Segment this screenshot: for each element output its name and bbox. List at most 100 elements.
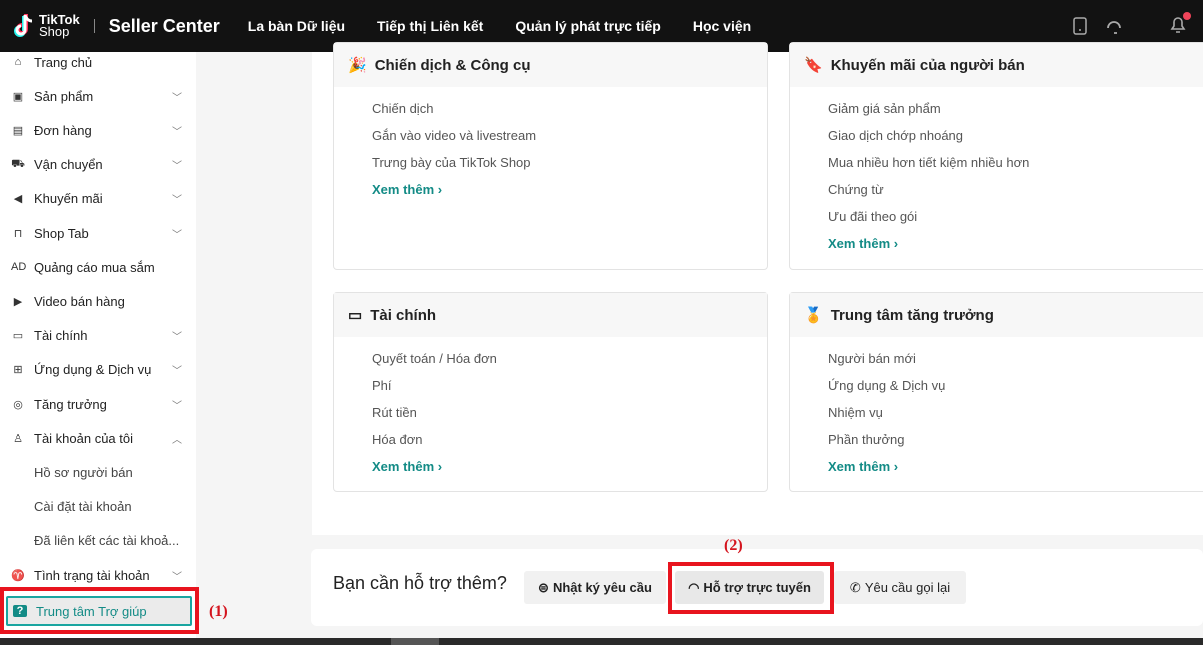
sidebar-item[interactable]: ▣ Sản phẩm ﹀ xyxy=(0,81,196,111)
sidebar-item-label: Trang chủ xyxy=(34,54,93,70)
support-question: Bạn cần hỗ trợ thêm? xyxy=(333,573,507,593)
chevron-down-icon[interactable]: ﹀ xyxy=(172,191,182,206)
highlight-box-2 xyxy=(668,562,834,614)
card-link[interactable]: Chiến dịch xyxy=(372,101,433,116)
card-link[interactable]: Hóa đơn xyxy=(372,432,422,447)
chevron-down-icon[interactable]: ﹀ xyxy=(172,362,182,377)
card-finance: ▭ Tài chính Quyết toán / Hóa đơn Phí Rút tiề… xyxy=(333,292,768,492)
truck-icon: ⛟ xyxy=(11,157,25,170)
coupon-icon: 🔖 xyxy=(804,57,823,74)
sidebar-item-label: Tài chính xyxy=(34,328,88,344)
card-link[interactable]: Phần thưởng xyxy=(828,432,905,447)
nav-data-compass[interactable]: La bàn Dữ liệu xyxy=(248,18,345,34)
clipboard-icon: ▤ xyxy=(12,124,24,137)
annotation-1: (1) xyxy=(209,603,228,620)
card-link[interactable]: Giảm giá sản phẩm xyxy=(828,101,941,116)
sidebar-item-label: Tình trạng tài khoản xyxy=(34,567,150,583)
card-link[interactable]: Gắn vào video và livestream xyxy=(372,128,536,143)
card-link[interactable]: Ưu đãi theo gói xyxy=(828,209,917,224)
card-link[interactable]: Chứng từ xyxy=(828,182,884,197)
nav-academy[interactable]: Học viện xyxy=(693,18,751,34)
sidebar-item[interactable]: ♙ Tài khoản của tôi ︿ xyxy=(0,423,196,453)
card-link[interactable]: Mua nhiều hơn tiết kiệm nhiều hơn xyxy=(828,155,1029,170)
whatsapp-phone-icon: ✆ xyxy=(849,579,861,595)
see-more-link[interactable]: Xem thêm › xyxy=(372,182,442,197)
chevron-down-icon[interactable]: ﹀ xyxy=(172,89,182,104)
card-link[interactable]: Ứng dụng & Dịch vụ xyxy=(828,378,945,393)
chevron-down-icon[interactable]: ﹀ xyxy=(172,226,182,241)
request-log-button[interactable]: ⊜ Nhật ký yêu cầu xyxy=(524,571,666,604)
medal-icon: 🏅 xyxy=(804,307,823,324)
bottom-bar xyxy=(0,638,1203,645)
see-more-link[interactable]: Xem thêm › xyxy=(828,236,898,251)
ad-icon: AD xyxy=(11,261,27,274)
sidebar-item[interactable]: ◀ Khuyến mãi ﹀ xyxy=(0,184,196,214)
chevron-down-icon[interactable]: ﹀ xyxy=(172,123,182,138)
tiktok-shop-logo[interactable]: TikTok Shop xyxy=(12,13,80,39)
home-icon: ⌂ xyxy=(14,56,22,68)
tiktok-icon xyxy=(14,14,33,37)
card-link[interactable]: Trưng bày của TikTok Shop xyxy=(372,155,531,170)
sidebar-item[interactable]: AD Quảng cáo mua sắm xyxy=(0,252,196,282)
card-link[interactable]: Quyết toán / Hóa đơn xyxy=(372,351,497,366)
medal-icon: ◎ xyxy=(13,398,23,411)
sidebar-item[interactable]: Hồ sơ người bán xyxy=(0,457,196,487)
annotation-2: (2) xyxy=(724,537,743,554)
chevron-down-icon[interactable]: ﹀ xyxy=(172,568,182,583)
card-link[interactable]: Phí xyxy=(372,378,392,393)
party-icon: 🎉 xyxy=(348,57,367,74)
see-more-link[interactable]: Xem thêm › xyxy=(828,459,898,474)
chevron-up-icon[interactable]: ︿ xyxy=(172,431,182,446)
sidebar-item[interactable]: ♈ Tình trạng tài khoản ﹀ xyxy=(0,560,196,590)
megaphone-icon: ◀ xyxy=(13,193,23,206)
callback-request-button[interactable]: ✆ Yêu cầu gọi lại xyxy=(834,571,966,604)
product-icon: ▣ xyxy=(12,90,24,103)
user-icon: ♙ xyxy=(13,432,23,445)
headset-icon[interactable] xyxy=(1105,17,1123,35)
sidebar-item-label: Tăng trưởng xyxy=(34,396,107,412)
card-seller-promotions: 🔖 Khuyến mãi của người bán Giảm giá sản ph… xyxy=(789,42,1203,270)
card-title: 🎉 Chiến dịch & Công cụ xyxy=(334,43,767,87)
sidebar-item-label: Quảng cáo mua sắm xyxy=(34,259,155,275)
see-more-link[interactable]: Xem thêm › xyxy=(372,459,442,474)
card-link[interactable]: Nhiệm vụ xyxy=(828,405,883,420)
phone-icon[interactable] xyxy=(1073,17,1087,35)
sidebar-item-label: Sản phẩm xyxy=(34,88,94,104)
card-campaigns: 🎉 Chiến dịch & Công cụ Chiến dịch Gắn vào v… xyxy=(333,42,768,270)
trophy-icon: ♈ xyxy=(11,569,25,582)
sidebar-item[interactable]: ▶ Video bán hàng xyxy=(0,286,196,316)
chevron-down-icon[interactable]: ﹀ xyxy=(172,328,182,343)
sidebar-item[interactable]: ⊞ Ứng dụng & Dịch vụ ﹀ xyxy=(0,355,196,385)
video-icon: ▶ xyxy=(13,295,23,308)
chevron-down-icon[interactable]: ﹀ xyxy=(172,157,182,172)
sidebar-item-label: Shop Tab xyxy=(34,225,89,241)
bag-icon: ⊓ xyxy=(13,227,23,240)
highlight-box-1 xyxy=(0,587,199,634)
sidebar-item-label: Vận chuyển xyxy=(34,157,103,173)
sidebar-item-label: Hồ sơ người bán xyxy=(34,464,133,480)
app-title[interactable]: Seller Center xyxy=(109,16,220,37)
nav-live[interactable]: Quản lý phát trực tiếp xyxy=(515,18,661,34)
sidebar-item-label: Video bán hàng xyxy=(34,293,125,309)
sidebar-item[interactable]: ⛟ Vận chuyển ﹀ xyxy=(0,150,196,180)
card-title: 🏅 Trung tâm tăng trưởng xyxy=(790,293,1203,337)
sidebar-item[interactable]: ▤ Đơn hàng ﹀ xyxy=(0,115,196,145)
sidebar-item[interactable]: ⌂ Trang chủ xyxy=(0,52,196,77)
sidebar-item-label: Tài khoản của tôi xyxy=(34,430,134,446)
sidebar-item[interactable]: Đã liên kết các tài khoả... xyxy=(0,526,196,556)
card-link[interactable]: Giao dịch chớp nhoáng xyxy=(828,128,963,143)
sidebar-item-label: Khuyến mãi xyxy=(34,191,103,207)
chevron-down-icon[interactable]: ﹀ xyxy=(172,397,182,412)
finance-icon: ▭ xyxy=(12,330,24,343)
card-link[interactable]: Rút tiền xyxy=(372,405,417,420)
card-link[interactable]: Người bán mới xyxy=(828,351,916,366)
sidebar: ⌂ Trang chủ ▣ Sản phẩm ﹀ ▤ Đơn hàng ﹀ ⛟ Vận chuyể… xyxy=(0,52,196,638)
sidebar-item[interactable]: ◎ Tăng trưởng ﹀ xyxy=(0,389,196,419)
apps-icon: ⊞ xyxy=(13,364,23,377)
sidebar-item[interactable]: ⊓ Shop Tab ﹀ xyxy=(0,218,196,248)
notification-bell-icon[interactable] xyxy=(1169,11,1191,39)
divider xyxy=(93,19,95,33)
sidebar-item[interactable]: ▭ Tài chính ﹀ xyxy=(0,321,196,351)
nav-affiliate[interactable]: Tiếp thị Liên kết xyxy=(377,18,483,34)
sidebar-item[interactable]: Cài đặt tài khoản xyxy=(0,492,196,522)
